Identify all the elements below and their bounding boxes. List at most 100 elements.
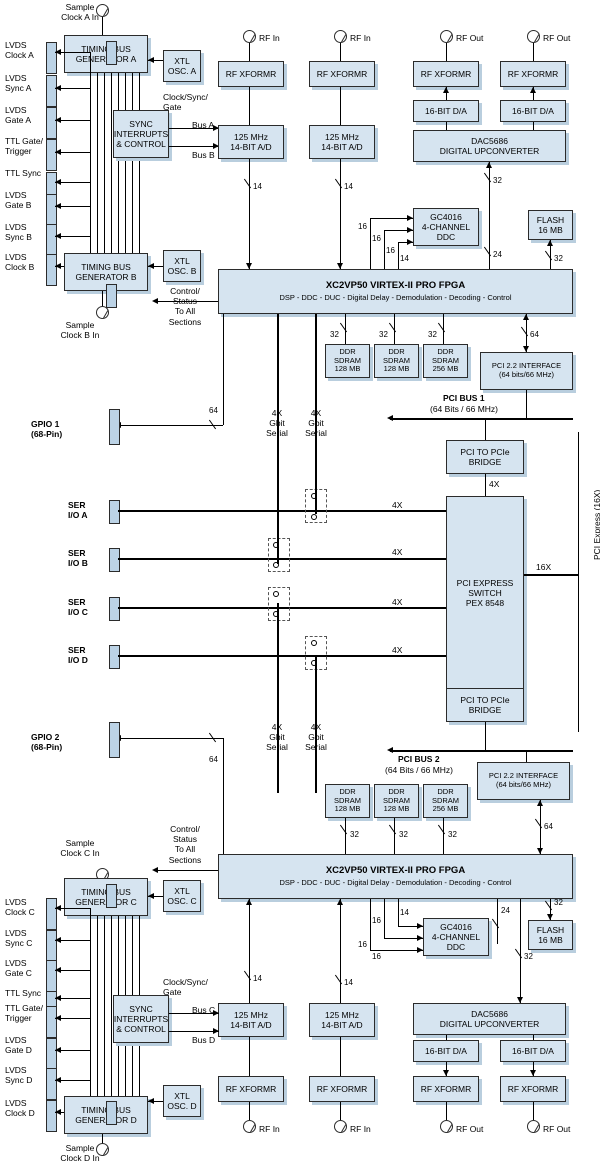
width-14-a: 14 [253, 182, 262, 191]
line [394, 818, 395, 854]
width-16-e: 16 [358, 940, 367, 949]
label-rf-out-1: RF Out [456, 33, 484, 43]
label-lvds-sync-d: LVDS Sync D [5, 1065, 33, 1086]
line [370, 950, 423, 951]
arrow [148, 892, 154, 899]
line [485, 418, 486, 440]
label-rf-in-4: RF In [350, 1124, 371, 1134]
line [118, 73, 119, 253]
arrow [55, 178, 61, 185]
box-ddr-2: DDR SDRAM 128 MB [374, 344, 419, 378]
width-32-flash: 32 [554, 254, 563, 263]
box-16bit-da-2: 16-BIT D/A [500, 100, 566, 122]
arrow [55, 116, 61, 123]
line [169, 128, 219, 129]
line [104, 73, 105, 253]
box-gc4016-1: GC4016 4-CHANNEL DDC [413, 208, 479, 246]
box-ddr-5: DDR SDRAM 128 MB [374, 784, 419, 818]
label-rf-in-2: RF In [350, 33, 371, 43]
label-4x-bridge1: 4X [489, 479, 500, 489]
label-gpio-2: GPIO 2 (68-Pin) [31, 732, 63, 753]
width-32-ddr5: 32 [399, 830, 408, 839]
box-pci22-interface-1: PCI 2.2 INTERFACE (64 bits/66 MHz) [480, 352, 573, 390]
label-4x-ser-b: 4X [392, 547, 403, 557]
port-lvds-gate-b [46, 194, 57, 226]
gbit-serial-trunk-1 [277, 314, 279, 564]
rf-out-2-connector [527, 30, 540, 43]
arrow [55, 1014, 61, 1021]
box-gc4016-2: GC4016 4-CHANNEL DDC [423, 918, 489, 956]
box-fpga-2: XC2VP50 VIRTEX-II PRO FPGA DSP - DDC - D… [218, 854, 573, 899]
port-lvds-gate-a [46, 107, 57, 139]
width-16-c: 16 [386, 246, 395, 255]
label-lvds-clock-b: LVDS Clock B [5, 252, 35, 273]
width-32-ddr2: 32 [379, 330, 388, 339]
line [520, 899, 521, 1003]
arrow [417, 934, 423, 941]
line [398, 899, 399, 926]
rf-in-1-connector [243, 30, 256, 43]
line [111, 73, 112, 253]
line [340, 159, 341, 269]
line [340, 1037, 341, 1076]
rf-out-1-connector [440, 30, 453, 43]
line [446, 1102, 447, 1120]
arrow [148, 56, 154, 63]
sample-clock-b-connector [96, 306, 109, 319]
label-ser-io-c: SER I/O C [68, 597, 88, 618]
line [111, 916, 112, 1096]
width-24-dac: 24 [493, 250, 502, 259]
arrow [55, 1108, 61, 1115]
port-lvds-gate-c [46, 960, 57, 992]
box-16bit-da-4: 16-BIT D/A [500, 1040, 566, 1062]
label-control-status-1: Control/ Status To All Sections [168, 286, 202, 327]
box-adc-4: 125 MHz 14-BIT A/D [309, 1003, 375, 1037]
line [340, 43, 341, 61]
box-rf-xformr-7: RF XFORMR [413, 1076, 479, 1102]
switch-group-b [268, 538, 290, 572]
box-rf-xformr-6: RF XFORMR [309, 1076, 375, 1102]
port-lvds-gate-d [46, 1038, 57, 1070]
box-xtl-osc-b: XTL OSC. B [163, 250, 201, 282]
line [118, 738, 223, 739]
label-pci-express-16x: PCI Express (16X) [592, 489, 600, 560]
box-pcie-switch: PCI EXPRESS SWITCH PEX 8548 [446, 496, 524, 690]
rf-in-3-connector [243, 1120, 256, 1133]
box-adc-3: 125 MHz 14-BIT A/D [218, 1003, 284, 1037]
arrow [55, 1076, 61, 1083]
label-sample-clock-b-in: Sample Clock B In [60, 320, 100, 341]
width-14-b: 14 [344, 182, 353, 191]
arrow [407, 214, 413, 221]
width-14-ddc2: 14 [400, 908, 409, 917]
label-rf-in-3: RF In [259, 1124, 280, 1134]
line [446, 122, 447, 130]
arrow [148, 1097, 154, 1104]
box-rf-xformr-2: RF XFORMR [309, 61, 375, 87]
rf-in-4-connector [334, 1120, 347, 1133]
label-lvds-gate-d: LVDS Gate D [5, 1035, 32, 1056]
label-bus-b: Bus B [192, 150, 215, 160]
box-rf-xformr-3: RF XFORMR [413, 61, 479, 87]
width-14-c: 14 [253, 974, 262, 983]
arrow [55, 936, 61, 943]
width-16-d: 16 [372, 916, 381, 925]
label-pci-bus-2: PCI BUS 2 [398, 754, 440, 764]
switch-node-c1 [273, 591, 279, 597]
switch-node-d1 [311, 640, 317, 646]
label-lvds-clock-a: LVDS Clock A [5, 40, 34, 61]
arrow [55, 148, 61, 155]
width-24-dac2: 24 [501, 906, 510, 915]
label-pci-bus-1: PCI BUS 1 [443, 393, 485, 403]
width-14-ddc: 14 [400, 254, 409, 263]
line [345, 818, 346, 854]
label-lvds-gate-a: LVDS Gate A [5, 105, 31, 126]
fpga-1-title: XC2VP50 VIRTEX-II PRO FPGA [325, 279, 466, 291]
label-4x-ser-c: 4X [392, 597, 403, 607]
line [169, 146, 219, 147]
label-gpio-1: GPIO 1 (68-Pin) [31, 419, 63, 440]
line [340, 899, 341, 1003]
line [370, 899, 371, 950]
line [485, 474, 486, 496]
port-lvds-d [106, 1101, 117, 1125]
arrow [148, 262, 154, 269]
